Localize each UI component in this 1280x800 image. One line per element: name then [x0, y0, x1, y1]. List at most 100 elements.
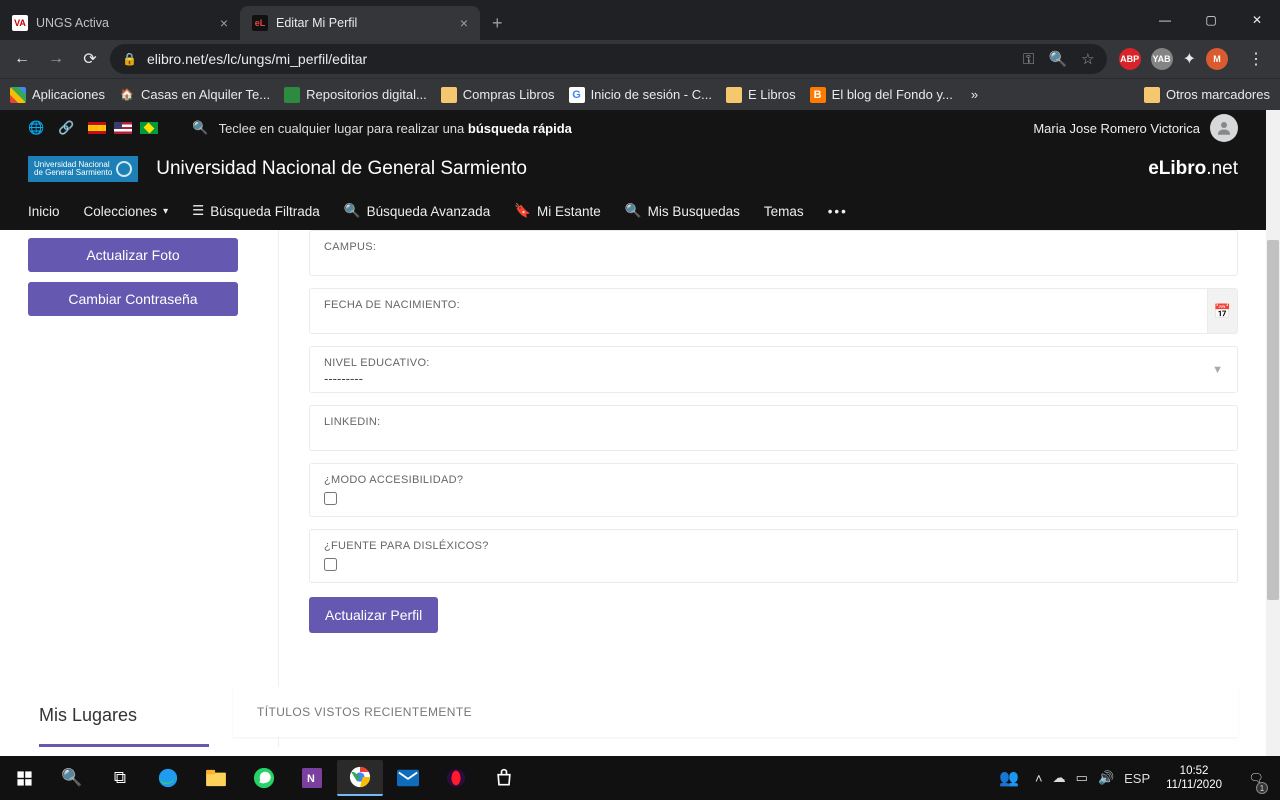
yab-extension-icon[interactable]: YAB	[1151, 48, 1173, 70]
elibro-logo[interactable]: eLibro.net	[1148, 158, 1238, 180]
bookmark-compras[interactable]: Compras Libros	[441, 87, 555, 103]
vertical-scrollbar[interactable]	[1266, 110, 1280, 756]
globe-icon[interactable]: 🌐	[28, 120, 44, 136]
task-view-button[interactable]: ⧉	[96, 756, 144, 800]
update-photo-button[interactable]: Actualizar Foto	[28, 238, 238, 272]
volume-icon[interactable]: 🔊	[1098, 770, 1114, 786]
forward-button[interactable]: →	[42, 45, 70, 73]
close-window-button[interactable]: ✕	[1234, 0, 1280, 40]
bookmark-icon: 🔖	[514, 203, 531, 219]
favicon-ungs: VA	[12, 15, 28, 31]
filter-icon: ☰	[192, 203, 204, 219]
profile-avatar[interactable]: M	[1206, 48, 1228, 70]
bookmark-repos[interactable]: Repositorios digital...	[284, 87, 427, 103]
nav-mi-estante[interactable]: 🔖Mi Estante	[514, 203, 601, 219]
tab-editar-perfil[interactable]: eL Editar Mi Perfil ×	[240, 6, 480, 40]
store-app[interactable]	[481, 760, 527, 796]
back-button[interactable]: ←	[8, 45, 36, 73]
close-icon[interactable]: ×	[220, 15, 228, 31]
search-button[interactable]: 🔍	[48, 756, 96, 800]
chrome-app[interactable]	[337, 760, 383, 796]
extensions: ABP YAB ✦ M	[1113, 48, 1234, 70]
minimize-button[interactable]: ―	[1142, 0, 1188, 40]
nav-colecciones[interactable]: Colecciones ▾	[84, 204, 169, 219]
edge-app[interactable]	[145, 760, 191, 796]
whatsapp-app[interactable]	[241, 760, 287, 796]
mail-app[interactable]	[385, 760, 431, 796]
bookmark-casas[interactable]: 🏠Casas en Alquiler Te...	[119, 87, 270, 103]
apps-button[interactable]: Aplicaciones	[10, 87, 105, 103]
nav-busqueda-avanzada[interactable]: 🔍Búsqueda Avanzada	[344, 203, 490, 219]
dob-field[interactable]: FECHA DE NACIMIENTO: 📅	[309, 288, 1238, 334]
people-icon[interactable]: 👥	[999, 768, 1025, 788]
nav-temas[interactable]: Temas	[764, 204, 804, 219]
other-bookmarks[interactable]: Otros marcadores	[1144, 87, 1270, 103]
explorer-app[interactable]	[193, 760, 239, 796]
onenote-app[interactable]: N	[289, 760, 335, 796]
change-password-button[interactable]: Cambiar Contraseña	[28, 282, 238, 316]
search-in-page-icon[interactable]: 🔍	[1048, 50, 1067, 68]
dyslexic-font-field: ¿FUENTE PARA DISLÉXICOS?	[309, 529, 1238, 583]
mis-lugares-tab[interactable]: Mis Lugares	[39, 687, 209, 747]
search-icon: 🔍	[192, 120, 208, 136]
opera-app[interactable]	[433, 760, 479, 796]
clock[interactable]: 10:52 11/11/2020	[1160, 764, 1228, 793]
action-center[interactable]: 🗨1	[1238, 756, 1274, 800]
language-indicator[interactable]: ESP	[1124, 771, 1150, 786]
update-profile-button[interactable]: Actualizar Perfil	[309, 597, 438, 633]
elibro-header: 🌐 🔗 🔍 Teclee en cualquier lugar para rea…	[0, 110, 1266, 230]
reload-button[interactable]: ⟳	[76, 45, 104, 73]
close-icon[interactable]: ×	[460, 15, 468, 31]
dyslexic-font-checkbox[interactable]	[324, 558, 337, 571]
field-value: ---------	[324, 369, 1223, 386]
search-icon: 🔍	[344, 203, 361, 219]
tray-chevron-up-icon[interactable]: ˄	[1035, 771, 1043, 786]
search-hint[interactable]: 🔍 Teclee en cualquier lugar para realiza…	[192, 120, 572, 136]
flag-es-icon[interactable]	[88, 122, 106, 134]
search-icon: 🔍	[625, 203, 642, 219]
bookmark-google-login[interactable]: GInicio de sesión - C...	[569, 87, 712, 103]
user-menu[interactable]: Maria Jose Romero Victorica	[1033, 114, 1238, 142]
user-name: Maria Jose Romero Victorica	[1033, 121, 1200, 136]
utility-bar: 🌐 🔗 🔍 Teclee en cualquier lugar para rea…	[0, 110, 1266, 146]
address-bar: ← → ⟳ 🔒 elibro.net/es/lc/ungs/mi_perfil/…	[0, 40, 1280, 78]
bookmark-label: Compras Libros	[463, 87, 555, 102]
flag-us-icon[interactable]	[114, 122, 132, 134]
nav-inicio[interactable]: Inicio	[28, 204, 60, 219]
link-icon[interactable]: 🔗	[58, 120, 74, 136]
university-name: Universidad Nacional de General Sarmient…	[156, 158, 527, 180]
bookmark-blog[interactable]: BEl blog del Fondo y...	[810, 87, 953, 103]
google-icon: G	[569, 87, 585, 103]
abp-extension-icon[interactable]: ABP	[1119, 48, 1141, 70]
bookmark-elibros[interactable]: E Libros	[726, 87, 796, 103]
key-icon[interactable]: ⚿	[1023, 51, 1034, 68]
accessibility-checkbox[interactable]	[324, 492, 337, 505]
accessibility-field: ¿MODO ACCESIBILIDAD?	[309, 463, 1238, 517]
bookmark-label: El blog del Fondo y...	[832, 87, 953, 102]
star-icon[interactable]: ☆	[1081, 50, 1094, 68]
network-icon[interactable]: ▭	[1076, 770, 1088, 786]
linkedin-field[interactable]: LINKEDIN:	[309, 405, 1238, 451]
new-tab-button[interactable]: +	[480, 6, 515, 40]
language-flags	[88, 122, 158, 134]
nav-more[interactable]: •••	[828, 204, 848, 219]
folder-icon	[441, 87, 457, 103]
field-label: ¿MODO ACCESIBILIDAD?	[324, 474, 1223, 486]
nav-mis-busquedas[interactable]: 🔍Mis Busquedas	[625, 203, 740, 219]
window-controls: ― ▢ ✕	[1142, 0, 1280, 40]
education-level-field[interactable]: NIVEL EDUCATIVO: --------- ▼	[309, 346, 1238, 393]
flag-br-icon[interactable]	[140, 122, 158, 134]
start-button[interactable]	[0, 756, 48, 800]
omnibox[interactable]: 🔒 elibro.net/es/lc/ungs/mi_perfil/editar…	[110, 44, 1107, 74]
bookmarks-overflow[interactable]: »	[971, 87, 978, 102]
extensions-icon[interactable]: ✦	[1183, 49, 1196, 69]
chrome-menu-button[interactable]: ⋮	[1240, 49, 1272, 69]
calendar-icon[interactable]: 📅	[1207, 289, 1237, 333]
tab-ungs[interactable]: VA UNGS Activa ×	[0, 6, 240, 40]
nav-busqueda-filtrada[interactable]: ☰Búsqueda Filtrada	[192, 203, 320, 219]
scrollbar-thumb[interactable]	[1267, 240, 1279, 600]
onedrive-icon[interactable]: ☁	[1053, 770, 1066, 786]
university-badge: Universidad Nacionalde General Sarmiento	[28, 156, 138, 182]
campus-field[interactable]: CAMPUS:	[309, 230, 1238, 276]
maximize-button[interactable]: ▢	[1188, 0, 1234, 40]
